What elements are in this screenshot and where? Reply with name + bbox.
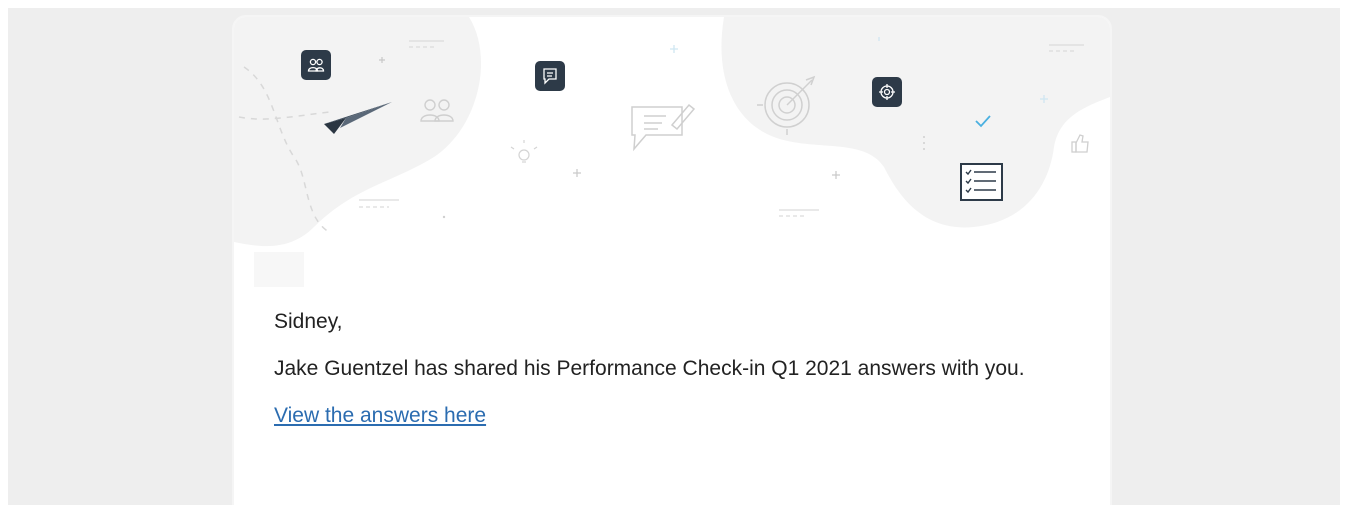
view-answers-link[interactable]: View the answers here <box>274 404 486 427</box>
people-icon <box>301 50 331 80</box>
email-body: Sidney, Jake Guentzel has shared his Per… <box>274 305 1074 432</box>
chat-icon <box>535 61 565 91</box>
lightbulb-icon <box>510 140 538 163</box>
hero-illustration <box>234 17 1110 287</box>
email-card: Sidney, Jake Guentzel has shared his Per… <box>232 15 1112 505</box>
email-viewport: Sidney, Jake Guentzel has shared his Per… <box>8 8 1340 505</box>
hero-background <box>234 17 1110 287</box>
notes-outline-icon <box>631 103 696 152</box>
message-text: Jake Guentzel has shared his Performance… <box>274 357 1025 380</box>
crosshair-icon <box>872 77 902 107</box>
checklist-icon <box>960 163 1003 201</box>
thumbs-up-icon <box>1071 134 1089 153</box>
greeting-text: Sidney, <box>274 310 343 333</box>
